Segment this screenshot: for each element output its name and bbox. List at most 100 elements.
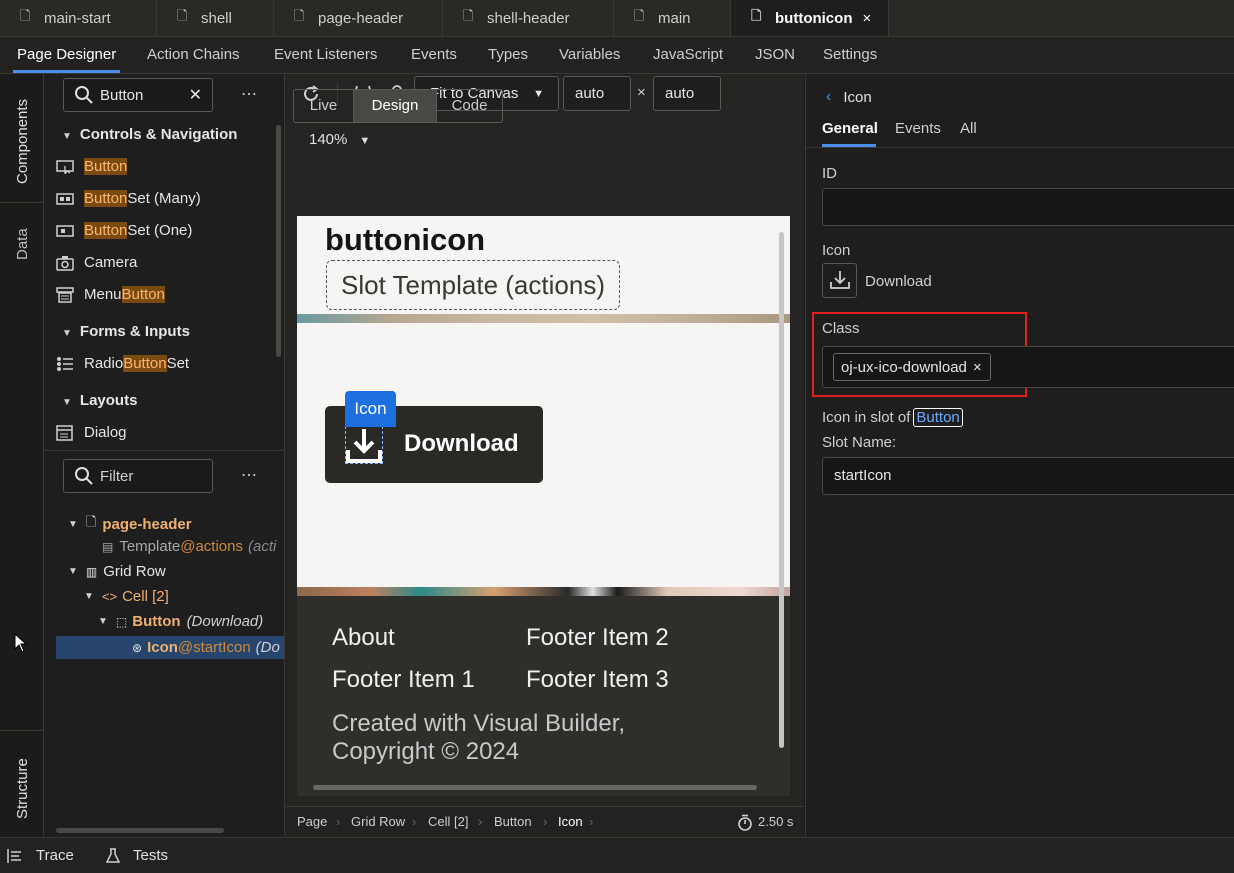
- structure-more-button[interactable]: ⋯: [241, 465, 257, 485]
- canvas-v-scrollbar[interactable]: [779, 232, 784, 748]
- section-layouts[interactable]: ▼ Layouts: [62, 392, 137, 409]
- breadcrumb-icon[interactable]: Icon: [558, 807, 583, 837]
- component-button-set-many[interactable]: Button Set (Many): [56, 190, 201, 207]
- mode-code-button[interactable]: Code: [436, 89, 503, 123]
- file-tab-shell[interactable]: 🗋 shell: [157, 0, 274, 36]
- section-controls-navigation[interactable]: ▼ Controls & Navigation: [62, 126, 237, 143]
- footer-link-item2[interactable]: Footer Item 2: [526, 624, 669, 652]
- structure-h-scrollbar[interactable]: [56, 828, 224, 833]
- id-field[interactable]: [822, 188, 1234, 226]
- close-icon[interactable]: ×: [862, 10, 871, 27]
- component-button-set-one[interactable]: Button Set (One): [56, 222, 192, 239]
- tab-types[interactable]: Types: [488, 37, 528, 73]
- tree-node-icon-selected[interactable]: ⊛ Icon @startIcon (Do: [56, 636, 284, 659]
- slot-name-field[interactable]: startIcon: [822, 457, 1234, 495]
- clear-search-icon[interactable]: ✕: [189, 85, 202, 105]
- icon-picker-button[interactable]: [822, 263, 857, 298]
- footer-credit-line2: Copyright © 2024: [332, 738, 520, 765]
- rail-data-tab[interactable]: Data: [14, 228, 31, 260]
- dialog-icon: [56, 424, 74, 441]
- class-field[interactable]: oj-ux-ico-download ×: [822, 346, 1234, 388]
- component-camera[interactable]: Camera: [56, 254, 137, 271]
- tab-event-listeners[interactable]: Event Listeners: [274, 37, 377, 73]
- footer: About Footer Item 2 Footer Item 1 Footer…: [297, 596, 790, 796]
- tab-variables[interactable]: Variables: [559, 37, 620, 73]
- tab-page-designer[interactable]: Page Designer: [12, 37, 121, 73]
- mode-live-button[interactable]: Live: [293, 89, 354, 123]
- breadcrumb-cell[interactable]: Cell [2]: [428, 807, 468, 837]
- search-input-value: Button: [100, 86, 144, 104]
- rail-structure-tab[interactable]: Structure: [0, 730, 43, 837]
- footer-link-item1[interactable]: Footer Item 1: [332, 666, 475, 694]
- chevron-down-icon: ▼: [62, 397, 72, 408]
- design-canvas[interactable]: buttonicon Slot Template (actions) Downl…: [297, 216, 790, 796]
- tree-node-button[interactable]: ▼ ⬚ Button (Download): [98, 613, 263, 630]
- radio-list-icon: [56, 356, 74, 372]
- rail-components-tab[interactable]: Components: [0, 74, 43, 203]
- tree-node-grid-row[interactable]: ▼ ▥ Grid Row: [68, 563, 166, 580]
- trace-icon: [7, 848, 21, 863]
- tests-button[interactable]: Tests: [105, 847, 168, 864]
- search-icon: [75, 467, 93, 485]
- icon-selection-outline: [345, 426, 383, 464]
- prop-tab-events[interactable]: Events: [895, 120, 941, 137]
- file-tab-main-start[interactable]: 🗋 main-start: [0, 0, 157, 36]
- canvas-height-value: auto: [665, 85, 695, 102]
- component-dialog[interactable]: Dialog: [56, 424, 127, 441]
- button-icon: [56, 159, 74, 175]
- footer-link-about[interactable]: About: [332, 624, 395, 652]
- tabs-divider: [806, 147, 1234, 148]
- component-menu-button[interactable]: Menu Button: [56, 286, 165, 303]
- canvas-width-input[interactable]: auto: [563, 76, 631, 111]
- prop-tab-general[interactable]: General: [822, 120, 878, 137]
- tab-javascript[interactable]: JavaScript: [653, 37, 723, 73]
- tree-node-template[interactable]: ▤ Template @actions (acti: [102, 538, 276, 555]
- designer-tab-bar: Page Designer Action Chains Event Listen…: [0, 37, 1234, 74]
- grid-icon: ▥: [85, 564, 98, 579]
- components-more-button[interactable]: ⋯: [241, 84, 257, 104]
- tests-label: Tests: [133, 847, 169, 864]
- download-button-label: Download: [404, 430, 519, 457]
- id-label: ID: [822, 165, 837, 182]
- component-button[interactable]: Button: [56, 158, 128, 175]
- canvas-h-scrollbar[interactable]: [313, 785, 757, 790]
- menu-button-icon: [56, 286, 74, 303]
- zoom-select[interactable]: 140% ▼: [309, 131, 370, 148]
- tab-events[interactable]: Events: [411, 37, 457, 73]
- tab-action-chains[interactable]: Action Chains: [147, 37, 240, 73]
- remove-chip-icon[interactable]: ×: [973, 359, 982, 376]
- file-tab-shell-header[interactable]: 🗋 shell-header: [443, 0, 614, 36]
- breadcrumb-page[interactable]: Page: [297, 807, 327, 837]
- canvas-height-input[interactable]: auto: [653, 76, 721, 111]
- render-timer: 2.50 s: [758, 814, 794, 829]
- components-list: ▼ Controls & Navigation Button Button Set…: [44, 120, 284, 450]
- zoom-value: 140%: [309, 131, 348, 148]
- file-tab-buttonicon[interactable]: 🗋 buttonicon ×: [731, 0, 889, 36]
- prop-tab-all[interactable]: All: [960, 120, 977, 137]
- template-icon: ▤: [102, 539, 114, 554]
- component-search-input[interactable]: Button ✕: [63, 78, 213, 112]
- tab-settings[interactable]: Settings: [823, 37, 877, 73]
- slot-info-text: Icon in slot of: [822, 409, 911, 426]
- components-scrollbar[interactable]: [276, 125, 281, 357]
- rail-structure-label: Structure: [14, 758, 31, 819]
- trace-button[interactable]: Trace: [7, 847, 74, 864]
- file-tab-main[interactable]: 🗋 main: [614, 0, 731, 36]
- section-forms-inputs[interactable]: ▼ Forms & Inputs: [62, 323, 190, 340]
- tab-json[interactable]: JSON: [755, 37, 795, 73]
- breadcrumb-grid-row[interactable]: Grid Row: [351, 807, 405, 837]
- mode-design-button[interactable]: Design: [353, 89, 437, 123]
- tree-node-page-header[interactable]: ▼ 🗋 page-header: [68, 513, 192, 535]
- slot-template-placeholder[interactable]: Slot Template (actions): [326, 260, 620, 310]
- structure-filter-input[interactable]: Filter: [63, 459, 213, 493]
- footer-link-item3[interactable]: Footer Item 3: [526, 666, 669, 694]
- page-title: buttonicon: [325, 222, 486, 257]
- back-to-icon[interactable]: ‹ Icon: [826, 88, 872, 106]
- slot-parent-link[interactable]: Button: [913, 408, 963, 427]
- tree-node-cell[interactable]: ▼ <> Cell [2]: [84, 588, 169, 605]
- breadcrumb-button[interactable]: Button: [494, 807, 532, 837]
- file-tab-page-header[interactable]: 🗋 page-header: [274, 0, 443, 36]
- slot-name-value: startIcon: [834, 467, 892, 484]
- component-radio-button-set[interactable]: Radio Button Set: [56, 355, 189, 372]
- stopwatch-icon: [738, 814, 752, 831]
